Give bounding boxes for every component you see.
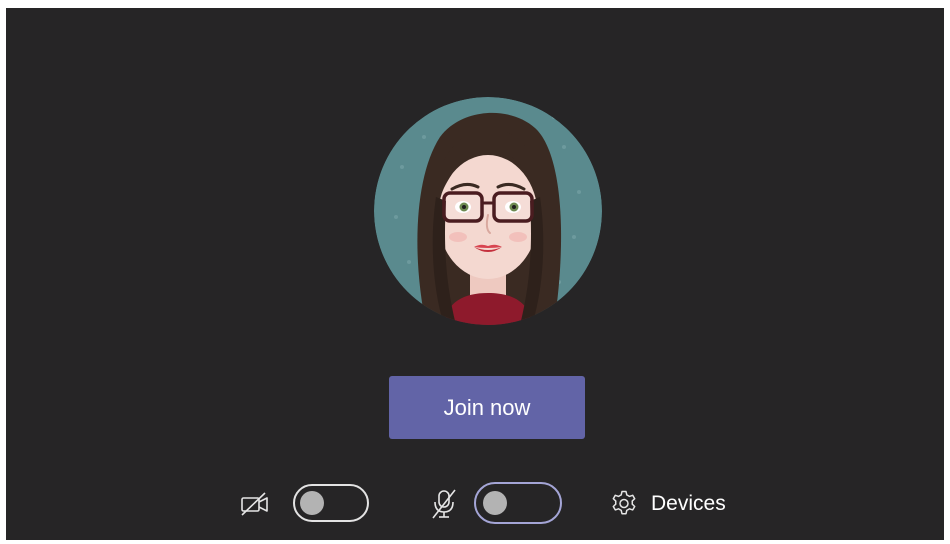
- camera-toggle[interactable]: [293, 484, 369, 522]
- devices-label: Devices: [651, 492, 726, 515]
- user-avatar-image: [374, 97, 602, 325]
- microphone-toggle-knob: [483, 491, 507, 515]
- microphone-toggle[interactable]: [474, 482, 562, 524]
- prejoin-screen: Join now Devices: [6, 8, 944, 540]
- devices-button[interactable]: Devices: [609, 482, 726, 526]
- media-controls: Devices: [6, 482, 944, 534]
- join-now-button[interactable]: Join now: [389, 376, 585, 439]
- camera-toggle-knob: [300, 491, 324, 515]
- user-avatar: [374, 97, 602, 325]
- mic-off-icon: [427, 486, 461, 522]
- gear-icon: [609, 489, 639, 519]
- camera-off-icon: [238, 488, 272, 520]
